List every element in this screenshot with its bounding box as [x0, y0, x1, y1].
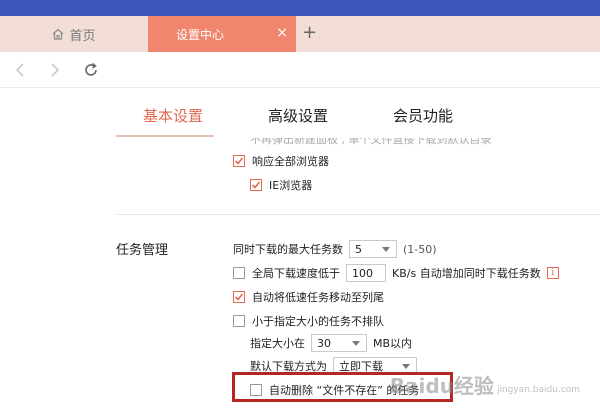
- active-tab-underline: [116, 135, 214, 137]
- respond-all-browsers-label: 响应全部浏览器: [252, 155, 329, 168]
- baidu-watermark: Baidu经验 jingyan.baidu.com: [390, 370, 580, 399]
- size-limit-label: 指定大小在: [250, 337, 305, 350]
- max-tasks-row: 同时下载的最大任务数 5 (1-50): [233, 240, 437, 258]
- speed-threshold-checkbox[interactable]: [233, 267, 245, 279]
- task-management-title: 任务管理: [116, 243, 169, 258]
- watermark-text: Baidu经验: [389, 374, 494, 398]
- check-icon: [234, 157, 244, 165]
- navigation-bar: [0, 52, 600, 88]
- close-icon[interactable]: ×: [276, 25, 288, 41]
- window-top-strip: [0, 0, 600, 16]
- size-limit-row: 指定大小在 30 MB以内: [250, 334, 412, 352]
- speed-threshold-row: 全局下载速度低于 100 KB/s 自动增加同时下载任务数 i: [233, 264, 559, 282]
- size-limit-value: 30: [317, 336, 331, 350]
- chevron-down-icon: [402, 363, 410, 369]
- tab-home[interactable]: 首页: [0, 16, 148, 52]
- settings-tabs: 基本设置 高级设置 会员功能: [0, 88, 600, 138]
- size-limit-suffix: MB以内: [373, 337, 413, 350]
- cut-off-setting-text: 不再弹出新建面板 , 单个文件直接下载到默认目录: [250, 138, 492, 146]
- small-no-queue-checkbox[interactable]: [233, 315, 245, 327]
- respond-all-browsers-row: 响应全部浏览器: [233, 153, 329, 169]
- ie-browser-checkbox[interactable]: [250, 179, 262, 191]
- check-icon: [234, 293, 244, 301]
- tab-advanced-settings[interactable]: 高级设置: [268, 105, 328, 126]
- max-tasks-range: (1-50): [403, 242, 437, 256]
- speed-threshold-suffix: KB/s 自动增加同时下载任务数: [392, 267, 541, 280]
- speed-threshold-label: 全局下载速度低于: [252, 267, 340, 280]
- respond-all-browsers-checkbox[interactable]: [233, 155, 245, 167]
- move-slow-label: 自动将低速任务移动至列尾: [252, 291, 384, 304]
- chevron-down-icon: [382, 246, 390, 252]
- back-icon[interactable]: [12, 61, 30, 79]
- chevron-down-icon: [352, 340, 360, 346]
- max-tasks-select[interactable]: 5: [349, 240, 397, 258]
- tab-settings-center[interactable]: 设置中心 ×: [148, 16, 296, 52]
- tab-basic-settings[interactable]: 基本设置: [143, 105, 203, 126]
- move-slow-row: 自动将低速任务移动至列尾: [233, 289, 384, 305]
- forward-icon[interactable]: [45, 61, 63, 79]
- tab-member-features[interactable]: 会员功能: [393, 105, 453, 126]
- add-tab-button[interactable]: +: [302, 22, 317, 43]
- tab-home-label: 首页: [69, 28, 96, 44]
- ie-browser-row: IE浏览器: [250, 177, 312, 193]
- size-limit-select[interactable]: 30: [311, 334, 367, 352]
- max-tasks-value: 5: [355, 242, 362, 256]
- ie-browser-label: IE浏览器: [269, 179, 313, 192]
- check-icon: [251, 181, 261, 189]
- tab-bar: 首页 设置中心 × +: [0, 16, 600, 52]
- move-slow-checkbox[interactable]: [233, 291, 245, 303]
- tab-settings-label: 设置中心: [176, 27, 225, 42]
- section-divider: [116, 214, 600, 215]
- home-icon: [53, 28, 64, 40]
- watermark-subtext: jingyan.baidu.com: [496, 384, 580, 395]
- info-icon[interactable]: i: [546, 267, 559, 279]
- small-no-queue-label: 小于指定大小的任务不排队: [252, 315, 384, 328]
- refresh-icon[interactable]: [82, 61, 100, 79]
- speed-threshold-input[interactable]: 100: [346, 264, 386, 282]
- max-tasks-label: 同时下载的最大任务数: [233, 243, 343, 256]
- small-no-queue-row: 小于指定大小的任务不排队: [233, 313, 384, 329]
